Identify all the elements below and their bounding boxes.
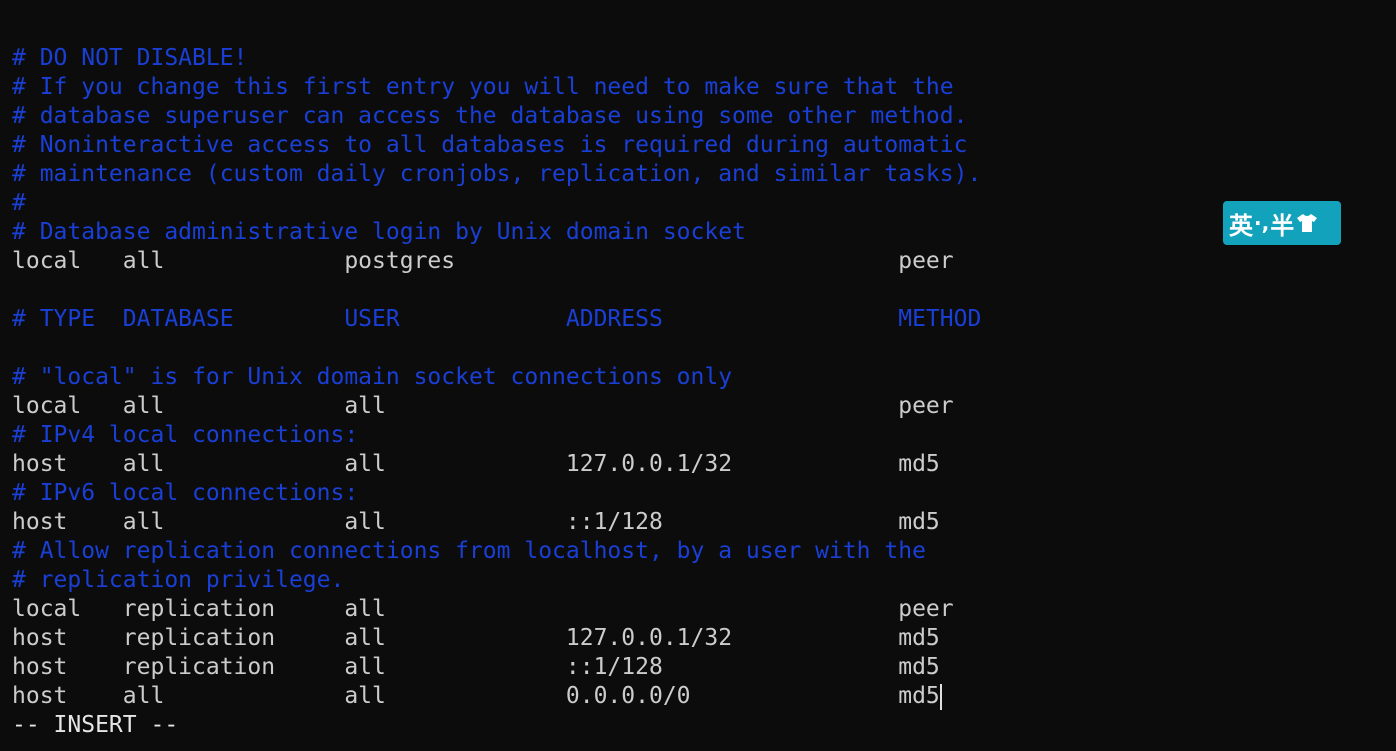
buffer-line: # [12, 190, 26, 216]
buffer-line: host replication all 127.0.0.1/32 md5 [12, 625, 940, 651]
buffer-line-blank [12, 334, 1396, 363]
ime-width-toggle[interactable]: 半 [1270, 206, 1294, 241]
ime-punctuation-toggle[interactable]: ·, [1254, 211, 1269, 235]
terminal-window[interactable]: # DO NOT DISABLE! # If you change this f… [0, 0, 1396, 751]
buffer-line: # database superuser can access the data… [12, 103, 968, 129]
shirt-icon[interactable] [1296, 213, 1318, 233]
vim-mode-indicator: -- INSERT -- [12, 712, 179, 738]
text-cursor [939, 683, 942, 710]
current-line-text: host all all 0.0.0.0/0 md5 [12, 683, 940, 709]
buffer-line: local all postgres peer [12, 248, 954, 274]
buffer-line-current[interactable]: host all all 0.0.0.0/0 md5 [12, 682, 1396, 711]
buffer-line: # If you change this first entry you wil… [12, 74, 954, 100]
buffer-line: # Noninteractive access to all databases… [12, 132, 968, 158]
buffer-line: # "local" is for Unix domain socket conn… [12, 364, 733, 390]
buffer-line: # IPv4 local connections: [12, 422, 359, 448]
buffer-line: # Database administrative login by Unix … [12, 219, 746, 245]
buffer-line: host replication all ::1/128 md5 [12, 654, 940, 680]
buffer-line: host all all ::1/128 md5 [12, 509, 940, 535]
buffer-line: local replication all peer [12, 596, 954, 622]
buffer-line-blank [12, 276, 1396, 305]
buffer-line: # DO NOT DISABLE! [12, 45, 248, 71]
buffer-line: local all all peer [12, 393, 954, 419]
buffer-line: host all all 127.0.0.1/32 md5 [12, 451, 940, 477]
buffer-line: # maintenance (custom daily cronjobs, re… [12, 161, 982, 187]
buffer-line: # IPv6 local connections: [12, 480, 359, 506]
buffer-line: # TYPE DATABASE USER ADDRESS METHOD [12, 306, 982, 332]
ime-status-toolbar[interactable]: 英 ·, 半 [1223, 201, 1341, 245]
ime-language-toggle[interactable]: 英 [1229, 206, 1253, 241]
buffer-line: # Allow replication connections from loc… [12, 538, 926, 564]
buffer-line: # replication privilege. [12, 567, 345, 593]
vim-editor-buffer[interactable]: # DO NOT DISABLE! # If you change this f… [12, 44, 1396, 740]
